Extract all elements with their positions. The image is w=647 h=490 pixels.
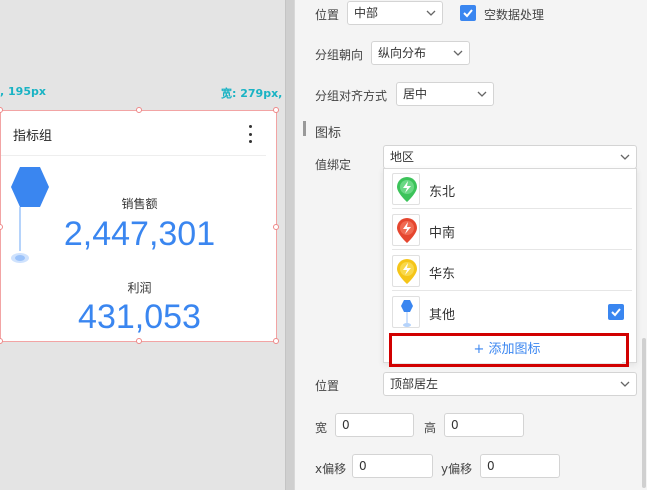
position-select[interactable]: 中部 [347, 1, 443, 25]
y-offset-label: y偏移 [441, 462, 473, 476]
icon-option-checkbox[interactable] [608, 304, 624, 320]
chevron-down-icon [453, 50, 463, 56]
icon-option-qita[interactable]: 其他 [392, 292, 632, 332]
group-align-select-value: 居中 [403, 87, 428, 101]
chevron-down-icon [426, 10, 436, 16]
icon-position-label: 位置 [315, 379, 340, 393]
card-title: 指标组 [13, 129, 53, 144]
indicator-group-card[interactable]: 指标组 销售额 2,447,301 利润 431,053 [0, 107, 279, 344]
position-label: 位置 [315, 8, 340, 22]
width-input[interactable]: 0 [335, 413, 414, 437]
icon-option-huadong[interactable]: 华东 [392, 251, 632, 291]
icon-option-label: 华东 [429, 267, 456, 282]
dimension-label-left: , 195px [0, 85, 46, 98]
panel-scrollbar[interactable] [642, 338, 646, 488]
group-direction-select[interactable]: 纵向分布 [371, 41, 470, 65]
height-input[interactable]: 0 [444, 413, 524, 437]
icon-option-label: 中南 [429, 226, 456, 241]
icon-option-dongbei[interactable]: 东北 [392, 169, 632, 209]
resize-handle-top-right[interactable] [273, 107, 279, 113]
panel-splitter[interactable] [285, 0, 295, 490]
group-align-label: 分组对齐方式 [315, 89, 388, 103]
value-binding-select[interactable]: 地区 [383, 145, 637, 169]
group-direction-select-value: 纵向分布 [378, 46, 427, 60]
width-label: 宽 [315, 421, 328, 435]
icon-thumbnail[interactable] [392, 214, 420, 246]
value-binding-label: 值绑定 [315, 158, 352, 172]
y-offset-input[interactable]: 0 [480, 454, 560, 478]
group-align-select[interactable]: 居中 [396, 82, 494, 106]
lightning-pin-icon [397, 218, 417, 243]
section-marker [303, 121, 306, 136]
checkmark-icon [611, 308, 621, 317]
group-direction-label: 分组朝向 [315, 48, 364, 62]
chevron-down-icon [620, 154, 630, 160]
lightning-pin-icon [397, 259, 417, 284]
position-select-value: 中部 [354, 6, 379, 20]
metric-label-profit: 利润 [127, 281, 152, 295]
icon-position-select[interactable]: 顶部居左 [383, 372, 637, 396]
hexagon-pin-icon [401, 300, 413, 327]
resize-handle-bottom-left[interactable] [0, 338, 3, 344]
metric-label-sales: 销售额 [121, 197, 158, 211]
chevron-down-icon [620, 381, 630, 387]
chevron-down-icon [477, 91, 487, 97]
checkmark-icon [463, 9, 473, 18]
dimension-label-width: 宽: 279px, [221, 87, 283, 100]
icon-thumbnail[interactable] [392, 296, 420, 328]
design-canvas: , 195px 宽: 279px, 指标组 销售额 2,447,301 利润 4… [0, 0, 285, 490]
metric-value-profit: 431,053 [78, 298, 201, 336]
icon-thumbnail[interactable] [392, 173, 420, 205]
resize-handle-top[interactable] [136, 107, 142, 113]
icon-thumbnail[interactable] [392, 255, 420, 287]
lightning-pin-icon [397, 177, 417, 202]
x-offset-input[interactable]: 0 [352, 454, 433, 478]
value-binding-select-value: 地区 [390, 150, 415, 164]
resize-handle-top-left[interactable] [0, 107, 3, 113]
more-options-icon[interactable] [245, 123, 255, 145]
icon-position-select-value: 顶部居左 [390, 377, 439, 391]
icon-option-zhongnan[interactable]: 中南 [392, 210, 632, 250]
highlight-box [389, 333, 629, 367]
icon-option-label: 其他 [429, 308, 456, 323]
resize-handle-bottom-right[interactable] [273, 338, 279, 344]
icon-option-label: 东北 [429, 185, 456, 200]
metric-value-sales: 2,447,301 [63, 215, 216, 253]
resize-handle-bottom[interactable] [136, 338, 142, 344]
card-divider [1, 155, 266, 156]
empty-data-checkbox[interactable] [460, 5, 476, 21]
properties-panel: 位置 中部 空数据处理 分组朝向 纵向分布 分组对齐方式 居中 图标 值绑定 地… [295, 0, 647, 490]
empty-data-label: 空数据处理 [484, 8, 545, 22]
icon-section-title: 图标 [315, 126, 342, 141]
height-label: 高 [424, 421, 437, 435]
x-offset-label: x偏移 [315, 462, 347, 476]
